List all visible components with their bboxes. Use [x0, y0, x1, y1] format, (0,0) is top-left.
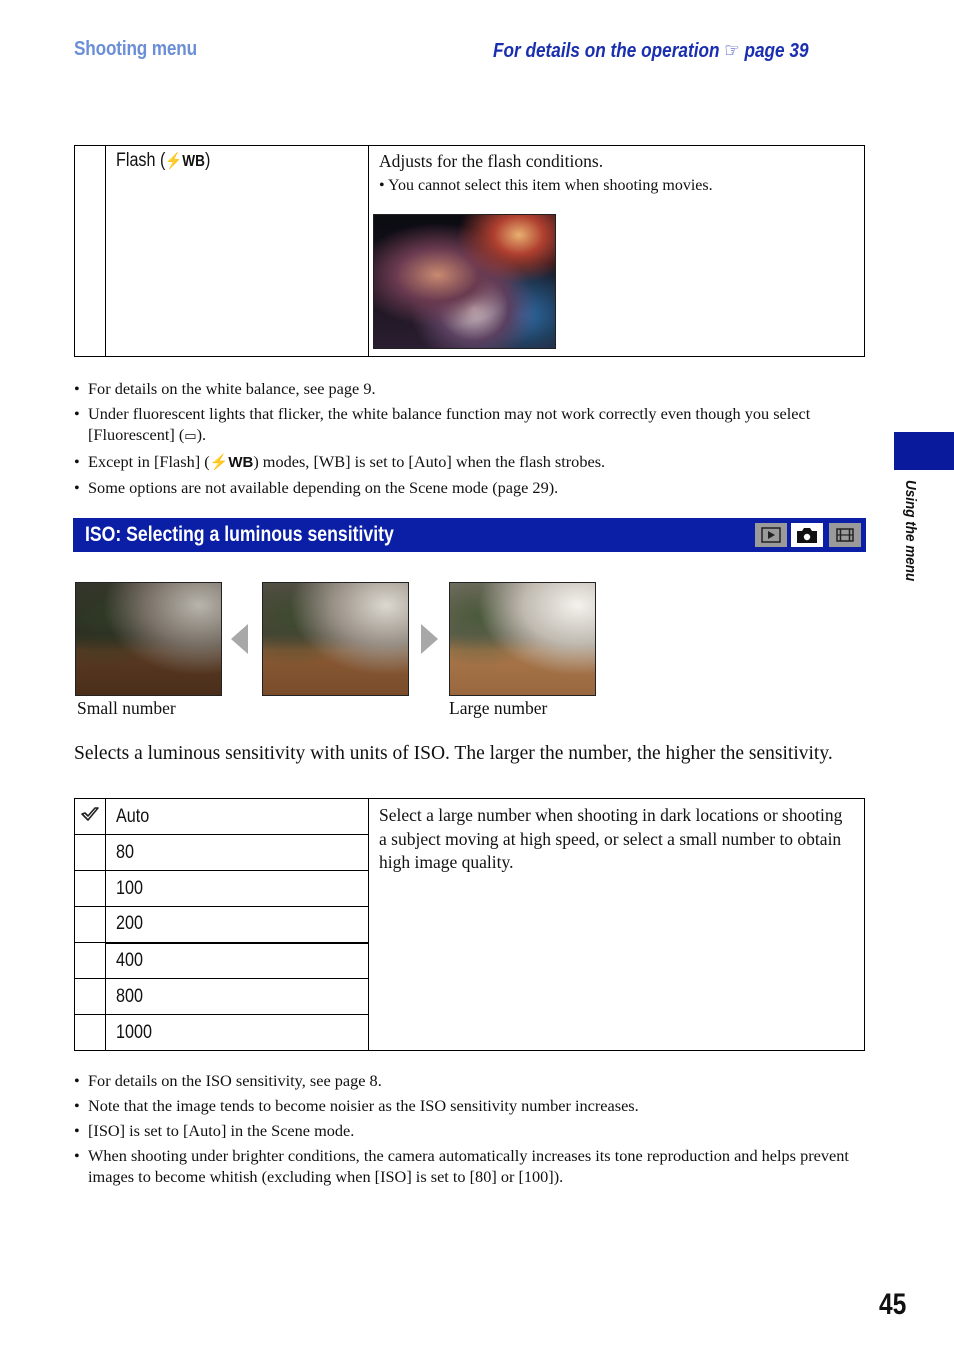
low-iso-example-photo	[75, 582, 222, 696]
large-number-caption: Large number	[449, 698, 548, 718]
iso-options-table: Auto Select a large number when shooting…	[74, 798, 865, 1051]
list-item: For details on the white balance, see pa…	[74, 378, 864, 399]
mid-iso-example-photo	[262, 582, 409, 696]
iso-notes-list: For details on the ISO sensitivity, see …	[74, 1070, 864, 1191]
crossref-page-link[interactable]: page 39	[744, 40, 808, 62]
default-check-icon	[74, 798, 106, 835]
movie-icon	[829, 523, 861, 547]
camera-icon	[791, 523, 823, 547]
arrow-right-icon	[421, 624, 438, 654]
list-item: For details on the ISO sensitivity, see …	[74, 1070, 864, 1091]
flash-table: Flash (⚡WB) Adjusts for the flash condit…	[74, 145, 865, 357]
page-number: 45	[879, 1288, 907, 1321]
table-row: Flash (⚡WB) Adjusts for the flash condit…	[74, 145, 865, 357]
list-item: Under fluorescent lights that flicker, t…	[74, 403, 864, 447]
list-item: Some options are not available depending…	[74, 477, 864, 498]
pointing-hand-icon: ☞	[724, 40, 740, 62]
options-description: Select a large number when shooting in d…	[379, 805, 843, 872]
list-item: [ISO] is set to [Auto] in the Scene mode…	[74, 1120, 864, 1141]
iso-option: 400	[105, 942, 369, 979]
iso-section-header: ISO: Selecting a luminous sensitivity	[73, 518, 866, 552]
flash-sample-photo	[372, 213, 556, 349]
side-tab-label: Using the menu	[902, 480, 919, 582]
section-title: ISO: Selecting a luminous sensitivity	[85, 523, 394, 546]
side-tab-marker	[894, 432, 954, 470]
list-item: Except in [Flash] (⚡WB) modes, [WB] is s…	[74, 451, 864, 473]
playback-icon	[755, 523, 787, 547]
iso-option: 800	[105, 978, 369, 1015]
iso-option: Auto	[105, 798, 369, 835]
iso-option: 100	[105, 870, 369, 907]
iso-intro-text: Selects a luminous sensitivity with unit…	[74, 743, 833, 764]
wb-notes-list: For details on the white balance, see pa…	[74, 378, 864, 502]
flash-item-label: Flash (⚡WB)	[116, 150, 211, 171]
iso-option: 80	[105, 834, 369, 871]
fluorescent-icon: ▭	[184, 429, 197, 444]
iso-option: 200	[105, 906, 369, 944]
check-cell	[74, 145, 106, 357]
crossref-header: For details on the operation ☞ page 39	[493, 38, 809, 63]
crossref-text: For details on the operation	[493, 40, 720, 62]
flash-description: Adjusts for the flash conditions.	[379, 151, 604, 171]
item-cell: Flash (⚡WB)	[105, 145, 369, 357]
iso-option: 1000	[105, 1014, 369, 1051]
list-item: When shooting under brighter conditions,…	[74, 1145, 864, 1187]
list-item: Note that the image tends to become nois…	[74, 1095, 864, 1116]
description-cell: Adjusts for the flash conditions. • You …	[368, 145, 865, 357]
options-description-cell: Select a large number when shooting in d…	[368, 798, 865, 1051]
high-iso-example-photo	[449, 582, 596, 696]
section-header: Shooting menu	[74, 38, 197, 60]
flash-wb-icon: ⚡WB	[209, 454, 254, 471]
flash-wb-icon: ⚡WB	[165, 153, 205, 170]
table-row: Auto Select a large number when shooting…	[74, 798, 865, 1051]
flash-note: • You cannot select this item when shoot…	[379, 177, 713, 194]
small-number-caption: Small number	[77, 698, 176, 718]
arrow-left-icon	[231, 624, 248, 654]
